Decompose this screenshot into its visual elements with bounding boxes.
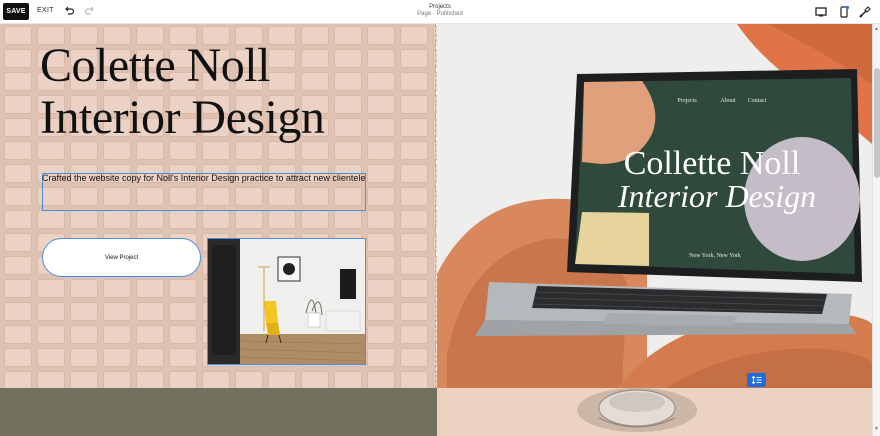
page-status: Page · Published (417, 11, 463, 17)
laptop-nav-about: About (721, 98, 736, 104)
scroll-up-arrow-icon[interactable]: ▲ (874, 26, 879, 32)
hero-title-line1: Colette Noll (40, 39, 270, 92)
desktop-icon[interactable] (814, 5, 828, 19)
interior-photo (208, 239, 365, 364)
mobile-icon[interactable] (837, 5, 851, 19)
style-brush-icon[interactable] (858, 5, 872, 19)
laptop-nav-projects: Projects (677, 98, 697, 104)
view-project-button[interactable]: View Project (42, 238, 201, 277)
next-section-right-image[interactable] (437, 388, 872, 436)
hero-title-line2: Interior Design (40, 91, 325, 144)
glass-photo (437, 388, 872, 436)
section-settings-icon[interactable] (747, 373, 766, 387)
next-section-left[interactable] (0, 388, 437, 436)
page-title[interactable]: Projects (0, 4, 880, 11)
hero-image-laptop[interactable]: Projects About Contact Collette Noll Int… (437, 24, 872, 388)
editor-toolbar: SAVE EXIT Projects Page · Published (0, 0, 880, 24)
canvas-scrollbar[interactable]: ▲ ▼ (872, 24, 880, 436)
hero-title[interactable]: Colette Noll Interior Design (40, 39, 325, 144)
scroll-thumb[interactable] (874, 68, 880, 178)
scroll-down-arrow-icon[interactable]: ▼ (874, 426, 879, 432)
laptop-photo: Projects About Contact Collette Noll Int… (437, 24, 872, 388)
laptop-nav-contact: Contact (748, 98, 767, 104)
project-thumbnail-image[interactable] (207, 238, 366, 365)
page-canvas: Projects About Contact Collette Noll Int… (0, 24, 872, 436)
laptop-location: New York, New York (689, 253, 741, 259)
hero-caption[interactable]: Crafted the website copy for Noll's Inte… (42, 173, 366, 184)
laptop-title-line2: Interior Design (617, 178, 816, 214)
column-divider (435, 24, 436, 388)
laptop-title-line1: Collette Noll (624, 145, 801, 182)
